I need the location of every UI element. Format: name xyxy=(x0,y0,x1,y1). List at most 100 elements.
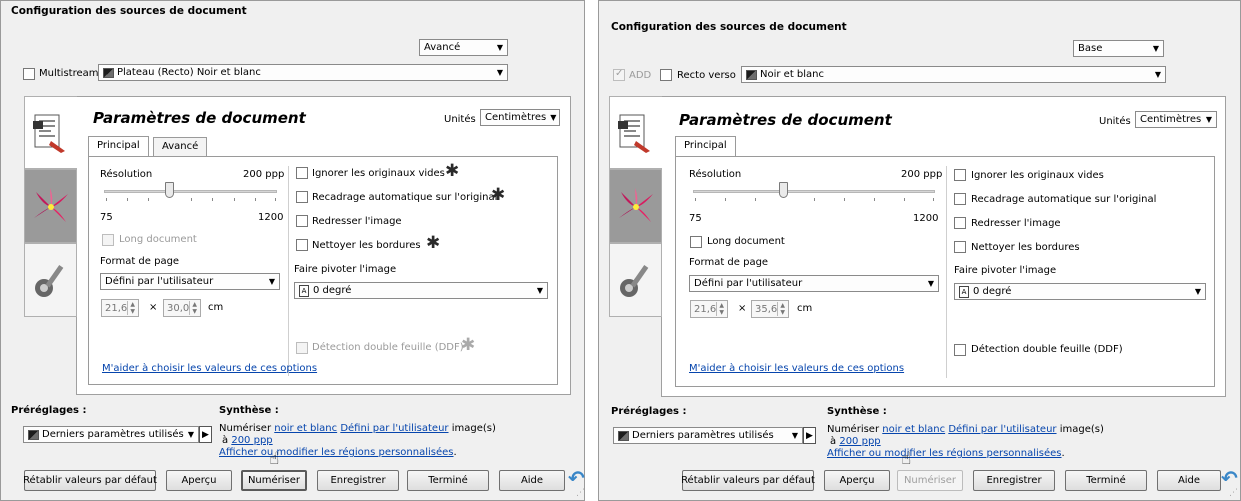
tab-document-settings[interactable] xyxy=(24,96,77,169)
help-link[interactable]: M'aider à choisir les valeurs de ces opt… xyxy=(102,363,317,374)
duplex-label: Recto verso xyxy=(677,70,736,81)
tab-principal[interactable]: Principal xyxy=(675,136,736,157)
scan-button[interactable]: Numériser xyxy=(897,470,963,491)
auto-crop-checkbox[interactable] xyxy=(954,193,966,205)
resolution-slider-track[interactable] xyxy=(104,190,277,193)
page-format-value: Défini par l'utilisateur xyxy=(694,278,803,289)
tab-principal[interactable]: Principal xyxy=(88,136,149,157)
spinner-arrows-icon[interactable]: ▲ ▼ xyxy=(777,302,785,316)
ignore-blank-checkbox[interactable] xyxy=(954,169,966,181)
play-arrow-icon[interactable]: ▶ xyxy=(199,426,212,443)
ignore-blank-checkbox[interactable] xyxy=(296,167,308,179)
duplex-checkbox[interactable] xyxy=(660,69,672,81)
multistream-checkbox[interactable] xyxy=(23,68,35,80)
help-button[interactable]: Aide xyxy=(1157,470,1221,491)
width-spinner[interactable]: 21,6 ▲ ▼ xyxy=(690,300,728,318)
tab-image-processing[interactable] xyxy=(24,169,77,243)
presets-select[interactable]: Derniers paramètres utilisés ▼ xyxy=(23,426,199,443)
tab-avance[interactable]: Avancé xyxy=(153,137,208,157)
clean-borders-checkbox[interactable] xyxy=(296,239,308,251)
resize-grip-icon[interactable]: ⋰ xyxy=(576,488,585,498)
custom-regions-link[interactable]: Afficher ou modifier les régions personn… xyxy=(827,448,1062,459)
spinner-arrows-icon[interactable]: ▲ ▼ xyxy=(189,301,197,315)
undo-arrow-icon[interactable]: ↶ xyxy=(568,466,585,490)
tab-image-processing[interactable] xyxy=(609,169,662,243)
width-spinner[interactable]: 21,6 ▲ ▼ xyxy=(101,299,139,317)
slider-min-label: 75 xyxy=(689,213,702,224)
save-button[interactable]: Enregistrer xyxy=(317,470,399,491)
save-button[interactable]: Enregistrer xyxy=(973,470,1055,491)
summary-resolution-link[interactable]: 200 ppp xyxy=(231,435,272,446)
chevron-down-icon: ▼ xyxy=(1205,115,1212,124)
resolution-value: 200 ppp xyxy=(901,169,943,180)
summary-format-link[interactable]: Défini par l'utilisateur xyxy=(948,424,1056,435)
help-link[interactable]: M'aider à choisir les valeurs de ces opt… xyxy=(689,363,904,374)
document-settings-title: Paramètres de document xyxy=(93,109,306,127)
units-select-value: Centimètres xyxy=(485,112,547,123)
height-spinner[interactable]: 35,6 ▲ ▼ xyxy=(751,300,789,318)
ddf-checkbox[interactable] xyxy=(954,344,966,356)
ignore-blank-label: Ignorer les originaux vides xyxy=(312,168,445,179)
custom-regions-link[interactable]: Afficher ou modifier les régions personn… xyxy=(219,447,454,458)
long-document-checkbox[interactable] xyxy=(690,236,702,248)
height-value: 30,0 xyxy=(167,302,190,314)
done-button[interactable]: Terminé xyxy=(407,470,489,491)
undo-arrow-icon[interactable]: ↶ xyxy=(1221,466,1238,490)
clean-borders-checkbox[interactable] xyxy=(954,241,966,253)
scan-button[interactable]: Numériser xyxy=(241,470,307,491)
done-button[interactable]: Terminé xyxy=(1065,470,1147,491)
gear-icon[interactable]: ✱ xyxy=(445,163,459,180)
rotate-image-value: 0 degré xyxy=(313,285,352,296)
auto-crop-checkbox[interactable] xyxy=(296,191,308,203)
height-spinner[interactable]: 30,0 ▲ ▼ xyxy=(163,299,201,317)
page-format-label: Format de page xyxy=(100,256,180,267)
deskew-checkbox[interactable] xyxy=(954,217,966,229)
preview-button[interactable]: Aperçu xyxy=(166,470,232,491)
page-format-select[interactable]: Défini par l'utilisateur ▼ xyxy=(100,273,280,290)
tab-device-settings[interactable] xyxy=(609,243,662,317)
page-format-select[interactable]: Défini par l'utilisateur ▼ xyxy=(689,275,939,292)
add-checkbox[interactable] xyxy=(613,68,625,81)
preview-button[interactable]: Aperçu xyxy=(824,470,890,491)
reset-defaults-button[interactable]: Rétablir valeurs par défaut xyxy=(23,470,157,491)
reset-defaults-button[interactable]: Rétablir valeurs par défaut xyxy=(681,470,815,491)
summary-resolution-link[interactable]: 200 ppp xyxy=(839,436,880,447)
summary-text: Numériser xyxy=(827,424,880,435)
source-select[interactable]: Plateau (Recto) Noir et blanc ▼ xyxy=(98,64,508,81)
presets-select[interactable]: Derniers paramètres utilisés ▼ xyxy=(613,427,803,444)
resolution-slider-track[interactable] xyxy=(693,190,935,193)
ddf-checkbox[interactable] xyxy=(296,342,308,354)
hand-cursor-icon: ☝ xyxy=(269,449,280,469)
slider-tick xyxy=(904,198,905,201)
units-select[interactable]: Centimètres ▼ xyxy=(480,109,560,126)
tab-document-settings[interactable] xyxy=(609,96,662,169)
units-select[interactable]: Centimètres ▼ xyxy=(1135,111,1217,128)
deskew-checkbox[interactable] xyxy=(296,215,308,227)
long-document-checkbox[interactable] xyxy=(102,234,114,246)
resolution-slider-thumb[interactable] xyxy=(779,182,788,198)
play-arrow-icon[interactable]: ▶ xyxy=(803,427,816,444)
summary-format-link[interactable]: Défini par l'utilisateur xyxy=(340,423,448,434)
resize-grip-icon[interactable]: ⋰ xyxy=(1229,488,1238,498)
slider-min-label: 75 xyxy=(100,212,113,223)
gear-icon[interactable]: ✱ xyxy=(426,235,440,252)
slider-tick xyxy=(814,198,815,201)
gear-icon[interactable]: ✱ xyxy=(491,187,505,204)
gear-icon[interactable]: ✱ xyxy=(461,337,475,354)
mode-select[interactable]: Base ▼ xyxy=(1073,40,1164,57)
resolution-slider-thumb[interactable] xyxy=(165,182,174,198)
summary-color-link[interactable]: noir et blanc xyxy=(274,423,337,434)
rotate-image-select[interactable]: A 0 degré ▼ xyxy=(954,283,1206,300)
mode-select[interactable]: Avancé ▼ xyxy=(419,39,508,56)
rotate-image-select[interactable]: A 0 degré ▼ xyxy=(294,282,548,299)
help-button[interactable]: Aide xyxy=(499,470,565,491)
tab-device-settings[interactable] xyxy=(24,243,77,317)
source-select[interactable]: Noir et blanc ▼ xyxy=(741,66,1166,83)
chevron-down-icon: ▼ xyxy=(1152,44,1159,53)
summary-color-link[interactable]: noir et blanc xyxy=(882,424,945,435)
spinner-arrows-icon[interactable]: ▲ ▼ xyxy=(127,301,135,315)
column-divider xyxy=(288,166,289,376)
mode-select-value: Base xyxy=(1078,43,1103,54)
add-label: ADD xyxy=(629,70,652,81)
spinner-arrows-icon[interactable]: ▲ ▼ xyxy=(716,302,724,316)
